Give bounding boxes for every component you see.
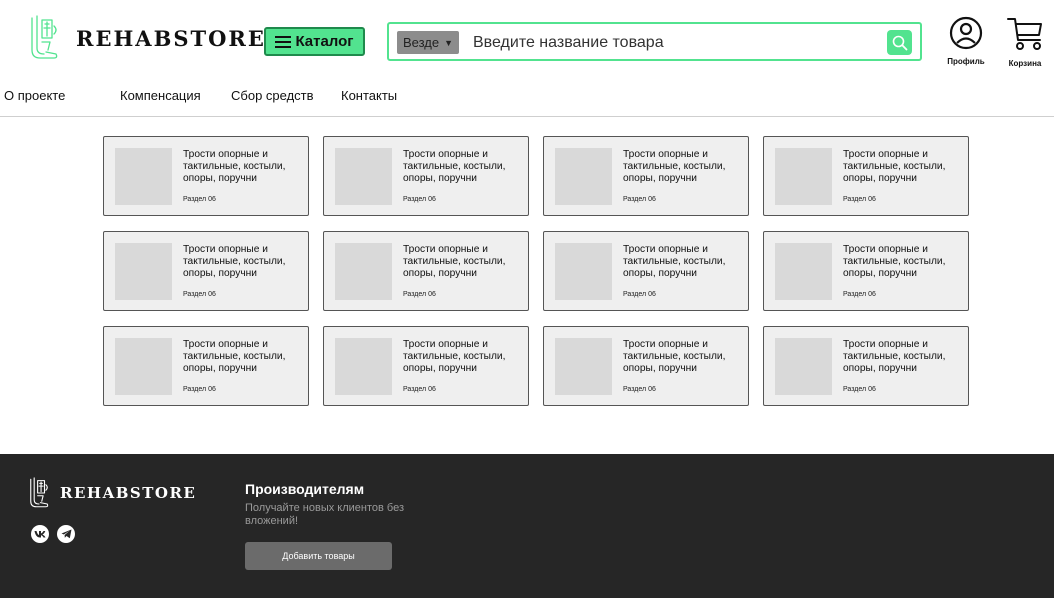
profile-label: Профиль	[947, 57, 985, 66]
product-section: Раздел 06	[843, 386, 876, 393]
logo-text: REHABSTORE	[76, 25, 266, 51]
nav-item-compensation[interactable]: Компенсация	[120, 88, 201, 103]
product-title: Трости опорные и тактильные, костыли, оп…	[403, 244, 506, 279]
search-bar: Везде ▼	[387, 22, 922, 61]
catalog-label: Каталог	[295, 33, 354, 50]
footer-logo[interactable]: REHABSTORE	[28, 476, 196, 510]
product-card[interactable]: Трости опорные и тактильные, костыли, оп…	[103, 136, 309, 216]
product-card[interactable]: Трости опорные и тактильные, костыли, оп…	[543, 231, 749, 311]
menu-icon	[275, 35, 292, 48]
product-section: Раздел 06	[183, 386, 216, 393]
product-card[interactable]: Трости опорные и тактильные, костыли, оп…	[763, 136, 969, 216]
product-grid: Трости опорные и тактильные, костыли, оп…	[103, 136, 970, 406]
product-title: Трости опорные и тактильные, костыли, оп…	[623, 244, 726, 279]
cart-icon	[1007, 18, 1042, 50]
nav-item-fundraising[interactable]: Сбор средств	[231, 88, 314, 103]
product-image	[775, 338, 832, 395]
product-title: Трости опорные и тактильные, костыли, оп…	[843, 244, 946, 279]
cart-button[interactable]: Корзина	[1000, 16, 1050, 68]
nav-item-contacts[interactable]: Контакты	[341, 88, 397, 103]
product-title: Трости опорные и тактильные, костыли, оп…	[843, 149, 946, 184]
header: REHABSTORE Каталог Везде ▼ Профиль	[0, 0, 1054, 80]
product-title: Трости опорные и тактильные, костыли, оп…	[403, 339, 506, 374]
search-input[interactable]	[473, 30, 853, 55]
product-title: Трости опорные и тактильные, костыли, оп…	[623, 149, 726, 184]
product-image	[555, 338, 612, 395]
product-card[interactable]: Трости опорные и тактильные, костыли, оп…	[323, 326, 529, 406]
catalog-button[interactable]: Каталог	[264, 27, 365, 56]
product-card[interactable]: Трости опорные и тактильные, костыли, оп…	[543, 136, 749, 216]
product-section: Раздел 06	[403, 196, 436, 203]
product-image	[335, 338, 392, 395]
vk-icon	[34, 531, 46, 538]
product-image	[775, 148, 832, 205]
product-card[interactable]: Трости опорные и тактильные, костыли, оп…	[543, 326, 749, 406]
product-title: Трости опорные и тактильные, костыли, оп…	[403, 149, 506, 184]
product-title: Трости опорные и тактильные, костыли, оп…	[183, 244, 286, 279]
search-icon	[892, 35, 907, 50]
product-card[interactable]: Трости опорные и тактильные, костыли, оп…	[763, 326, 969, 406]
product-image	[555, 148, 612, 205]
product-card[interactable]: Трости опорные и тактильные, костыли, оп…	[323, 136, 529, 216]
vk-link[interactable]	[31, 525, 49, 543]
product-title: Трости опорные и тактильные, костыли, оп…	[183, 149, 286, 184]
product-section: Раздел 06	[843, 291, 876, 298]
product-section: Раздел 06	[623, 196, 656, 203]
product-section: Раздел 06	[403, 386, 436, 393]
product-image	[115, 243, 172, 300]
product-image	[335, 148, 392, 205]
add-products-button[interactable]: Добавить товары	[245, 542, 392, 570]
product-title: Трости опорные и тактильные, костыли, оп…	[843, 339, 946, 374]
logo-icon	[31, 15, 58, 59]
product-section: Раздел 06	[183, 291, 216, 298]
product-section: Раздел 06	[843, 196, 876, 203]
manufacturers-heading: Производителям	[245, 481, 365, 497]
caret-down-icon: ▼	[444, 37, 454, 48]
user-icon	[949, 16, 983, 50]
search-scope-dropdown[interactable]: Везде ▼	[397, 31, 459, 54]
product-image	[335, 243, 392, 300]
telegram-link[interactable]	[57, 525, 75, 543]
footer: REHABSTORE Производителям Получайте новы…	[0, 454, 1054, 598]
search-scope-value: Везде	[402, 35, 440, 50]
product-section: Раздел 06	[623, 386, 656, 393]
telegram-icon	[61, 529, 71, 539]
main-nav: О проекте Компенсация Сбор средств Конта…	[0, 88, 1054, 108]
header-divider	[0, 116, 1054, 117]
product-title: Трости опорные и тактильные, костыли, оп…	[623, 339, 726, 374]
manufacturers-description: Получайте новых клиентов без вложений!	[245, 502, 405, 527]
nav-item-about[interactable]: О проекте	[4, 88, 65, 103]
product-card[interactable]: Трости опорные и тактильные, костыли, оп…	[763, 231, 969, 311]
profile-button[interactable]: Профиль	[943, 16, 989, 66]
logo-icon	[30, 477, 49, 508]
product-section: Раздел 06	[183, 196, 216, 203]
product-section: Раздел 06	[623, 291, 656, 298]
footer-logo-text: REHABSTORE	[60, 484, 197, 502]
product-card[interactable]: Трости опорные и тактильные, костыли, оп…	[103, 326, 309, 406]
search-button[interactable]	[887, 30, 912, 55]
product-image	[115, 338, 172, 395]
product-card[interactable]: Трости опорные и тактильные, костыли, оп…	[323, 231, 529, 311]
product-image	[775, 243, 832, 300]
cart-label: Корзина	[1008, 59, 1042, 68]
product-card[interactable]: Трости опорные и тактильные, костыли, оп…	[103, 231, 309, 311]
product-image	[115, 148, 172, 205]
product-image	[555, 243, 612, 300]
product-title: Трости опорные и тактильные, костыли, оп…	[183, 339, 286, 374]
product-section: Раздел 06	[403, 291, 436, 298]
logo[interactable]: REHABSTORE	[28, 14, 266, 62]
